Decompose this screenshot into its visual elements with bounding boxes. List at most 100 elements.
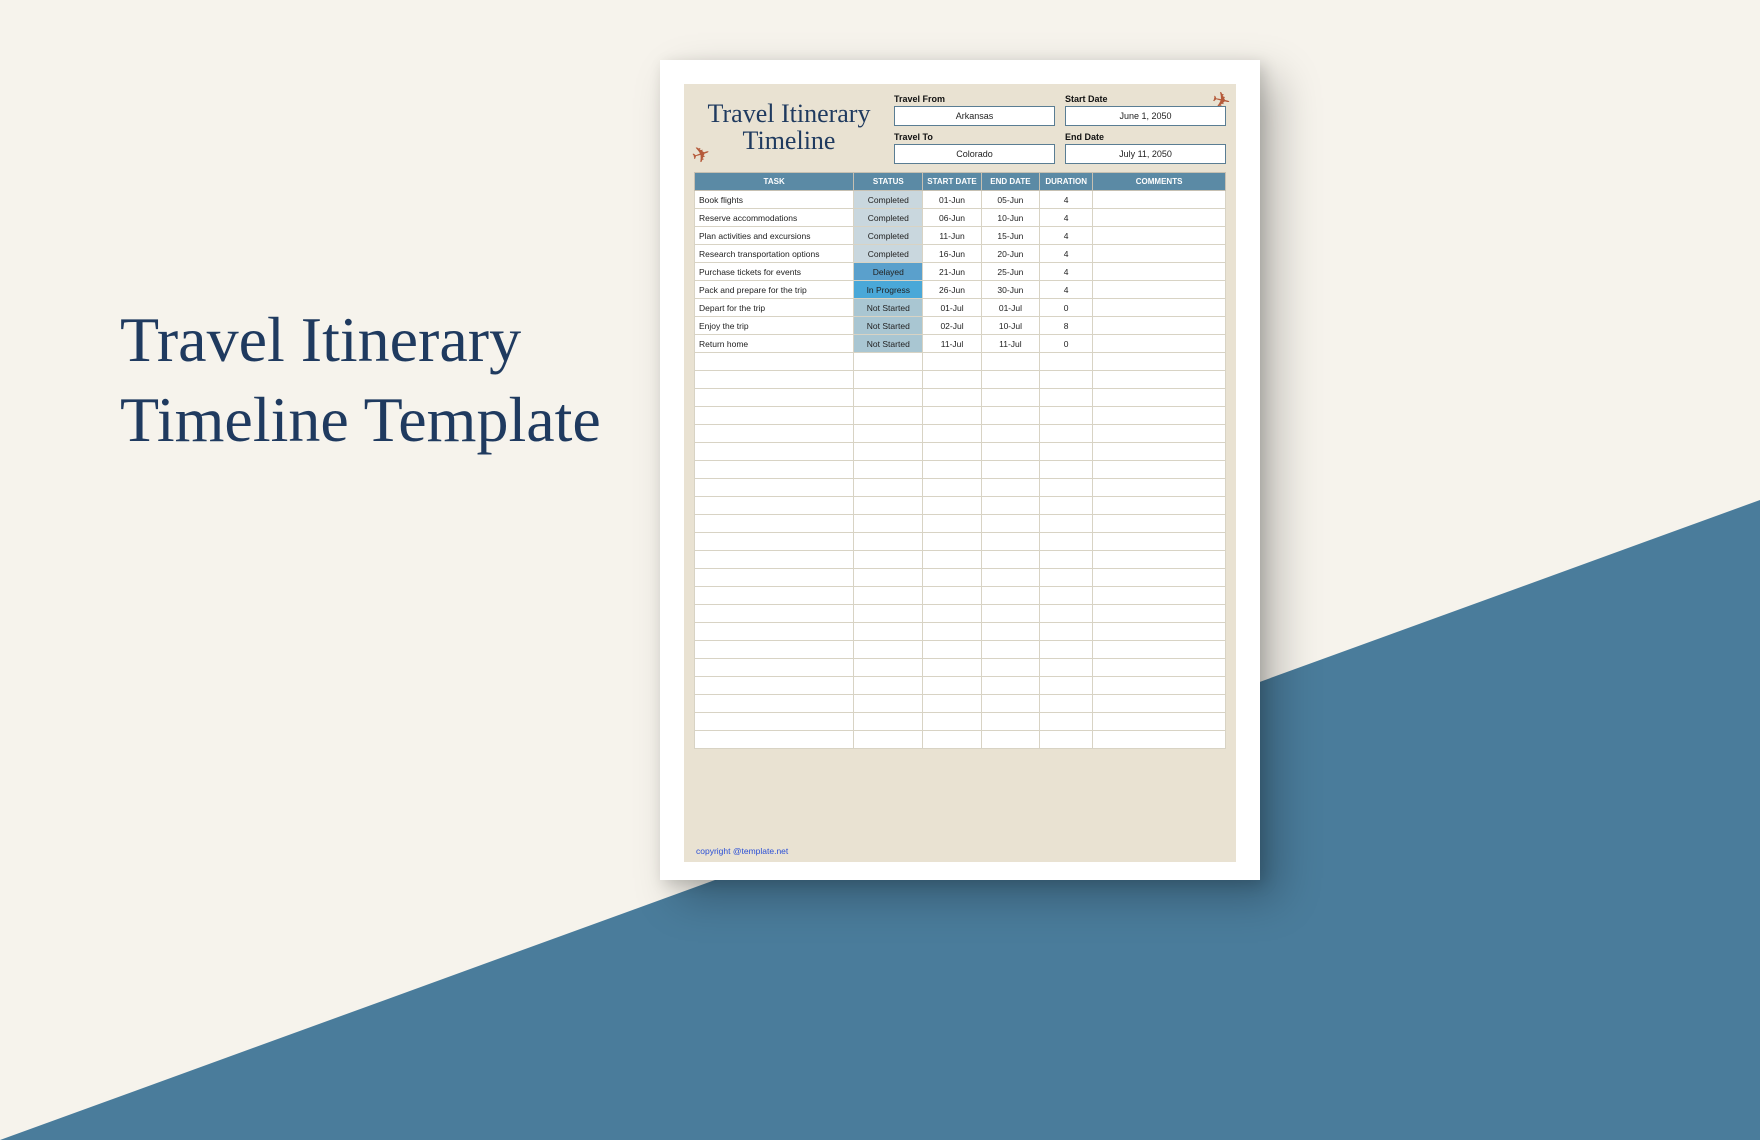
cell-start-date[interactable]: 01-Jun (923, 191, 981, 209)
cell-status[interactable]: In Progress (854, 281, 923, 299)
cell-comments[interactable] (1093, 299, 1226, 317)
cell-status[interactable]: Completed (854, 191, 923, 209)
table-row-empty[interactable] (695, 533, 1226, 551)
cell-end-date[interactable]: 01-Jul (981, 299, 1039, 317)
field-value[interactable]: Colorado (894, 144, 1055, 164)
field-start-date: Start Date June 1, 2050 (1065, 94, 1226, 126)
cell-end-date[interactable]: 30-Jun (981, 281, 1039, 299)
cell-duration[interactable]: 4 (1040, 263, 1093, 281)
field-value[interactable]: July 11, 2050 (1065, 144, 1226, 164)
field-label: Travel From (894, 94, 1055, 104)
table-row[interactable]: Pack and prepare for the tripIn Progress… (695, 281, 1226, 299)
table-row-empty[interactable] (695, 407, 1226, 425)
table-row-empty[interactable] (695, 353, 1226, 371)
cell-status[interactable]: Not Started (854, 335, 923, 353)
table-row-empty[interactable] (695, 695, 1226, 713)
cell-end-date[interactable]: 10-Jul (981, 317, 1039, 335)
cell-task[interactable]: Pack and prepare for the trip (695, 281, 854, 299)
cell-task[interactable]: Depart for the trip (695, 299, 854, 317)
table-row-empty[interactable] (695, 479, 1226, 497)
cell-comments[interactable] (1093, 335, 1226, 353)
cell-comments[interactable] (1093, 281, 1226, 299)
cell-duration[interactable]: 4 (1040, 227, 1093, 245)
table-header-row: TASK STATUS START DATE END DATE DURATION… (695, 173, 1226, 191)
table-row-empty[interactable] (695, 641, 1226, 659)
cell-duration[interactable]: 0 (1040, 299, 1093, 317)
table-row[interactable]: Research transportation optionsCompleted… (695, 245, 1226, 263)
cell-comments[interactable] (1093, 317, 1226, 335)
cell-end-date[interactable]: 11-Jul (981, 335, 1039, 353)
table-row[interactable]: Enjoy the tripNot Started02-Jul10-Jul8 (695, 317, 1226, 335)
cell-task[interactable]: Plan activities and excursions (695, 227, 854, 245)
field-travel-to: Travel To Colorado (894, 132, 1055, 164)
cell-start-date[interactable]: 02-Jul (923, 317, 981, 335)
table-row-empty[interactable] (695, 587, 1226, 605)
field-value[interactable]: Arkansas (894, 106, 1055, 126)
table-row[interactable]: Purchase tickets for eventsDelayed21-Jun… (695, 263, 1226, 281)
cell-status[interactable]: Completed (854, 227, 923, 245)
cell-comments[interactable] (1093, 191, 1226, 209)
table-row-empty[interactable] (695, 713, 1226, 731)
table-row-empty[interactable] (695, 623, 1226, 641)
cell-end-date[interactable]: 25-Jun (981, 263, 1039, 281)
cell-duration[interactable]: 4 (1040, 191, 1093, 209)
cell-task[interactable]: Research transportation options (695, 245, 854, 263)
col-status: STATUS (854, 173, 923, 191)
cell-duration[interactable]: 4 (1040, 209, 1093, 227)
cell-task[interactable]: Return home (695, 335, 854, 353)
cell-start-date[interactable]: 06-Jun (923, 209, 981, 227)
table-row-empty[interactable] (695, 515, 1226, 533)
cell-status[interactable]: Not Started (854, 299, 923, 317)
cell-start-date[interactable]: 16-Jun (923, 245, 981, 263)
table-row-empty[interactable] (695, 731, 1226, 749)
cell-start-date[interactable]: 11-Jul (923, 335, 981, 353)
field-travel-from: Travel From Arkansas (894, 94, 1055, 126)
document-title-line2: Timeline (696, 127, 882, 154)
table-row-empty[interactable] (695, 425, 1226, 443)
cell-start-date[interactable]: 01-Jul (923, 299, 981, 317)
cell-end-date[interactable]: 05-Jun (981, 191, 1039, 209)
cell-comments[interactable] (1093, 227, 1226, 245)
cell-end-date[interactable]: 15-Jun (981, 227, 1039, 245)
table-row-empty[interactable] (695, 461, 1226, 479)
headline-line1: Travel Itinerary (120, 300, 601, 380)
cell-status[interactable]: Completed (854, 245, 923, 263)
table-row[interactable]: Book flightsCompleted01-Jun05-Jun4 (695, 191, 1226, 209)
itinerary-table: TASK STATUS START DATE END DATE DURATION… (694, 172, 1226, 749)
table-row[interactable]: Depart for the tripNot Started01-Jul01-J… (695, 299, 1226, 317)
cell-comments[interactable] (1093, 245, 1226, 263)
cell-end-date[interactable]: 10-Jun (981, 209, 1039, 227)
cell-duration[interactable]: 4 (1040, 281, 1093, 299)
cell-task[interactable]: Reserve accommodations (695, 209, 854, 227)
table-row-empty[interactable] (695, 371, 1226, 389)
table-row[interactable]: Plan activities and excursionsCompleted1… (695, 227, 1226, 245)
cell-comments[interactable] (1093, 263, 1226, 281)
cell-start-date[interactable]: 26-Jun (923, 281, 981, 299)
cell-start-date[interactable]: 21-Jun (923, 263, 981, 281)
stage: Travel Itinerary Timeline Template ✈ Tra… (0, 0, 1760, 1140)
cell-task[interactable]: Book flights (695, 191, 854, 209)
cell-status[interactable]: Not Started (854, 317, 923, 335)
table-row-empty[interactable] (695, 569, 1226, 587)
cell-comments[interactable] (1093, 209, 1226, 227)
cell-end-date[interactable]: 20-Jun (981, 245, 1039, 263)
cell-task[interactable]: Purchase tickets for events (695, 263, 854, 281)
cell-duration[interactable]: 0 (1040, 335, 1093, 353)
field-value[interactable]: June 1, 2050 (1065, 106, 1226, 126)
table-row[interactable]: Return homeNot Started11-Jul11-Jul0 (695, 335, 1226, 353)
table-row-empty[interactable] (695, 605, 1226, 623)
cell-task[interactable]: Enjoy the trip (695, 317, 854, 335)
cell-start-date[interactable]: 11-Jun (923, 227, 981, 245)
table-row-empty[interactable] (695, 497, 1226, 515)
table-row-empty[interactable] (695, 659, 1226, 677)
field-label: Start Date (1065, 94, 1226, 104)
table-row-empty[interactable] (695, 443, 1226, 461)
table-row[interactable]: Reserve accommodationsCompleted06-Jun10-… (695, 209, 1226, 227)
cell-status[interactable]: Delayed (854, 263, 923, 281)
table-row-empty[interactable] (695, 677, 1226, 695)
table-row-empty[interactable] (695, 389, 1226, 407)
cell-duration[interactable]: 8 (1040, 317, 1093, 335)
cell-status[interactable]: Completed (854, 209, 923, 227)
cell-duration[interactable]: 4 (1040, 245, 1093, 263)
table-row-empty[interactable] (695, 551, 1226, 569)
